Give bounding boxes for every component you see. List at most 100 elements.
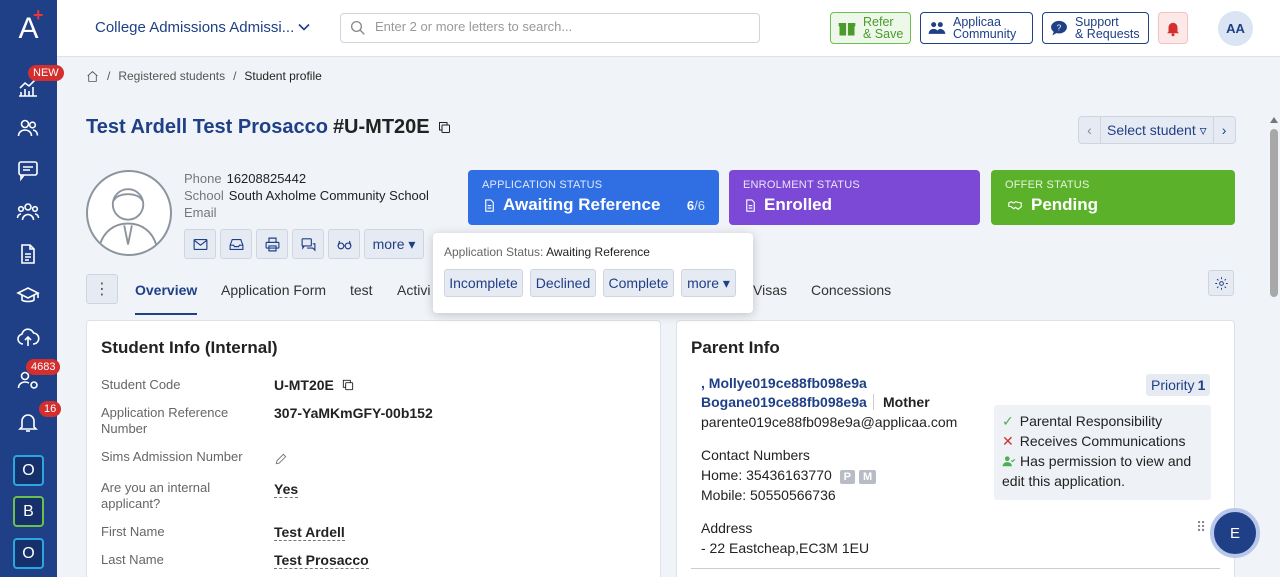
chat-icon xyxy=(301,237,315,252)
pencil-icon[interactable] xyxy=(274,452,288,466)
support-chat-icon: ? xyxy=(1051,20,1067,36)
messages-icon[interactable] xyxy=(14,156,42,184)
chat-launcher[interactable]: E xyxy=(1210,508,1260,558)
chevron-down-icon[interactable] xyxy=(297,20,311,34)
school-label: School xyxy=(184,188,224,203)
community-button[interactable]: Applicaa Community xyxy=(920,12,1033,44)
view-button[interactable] xyxy=(328,229,360,259)
support-line2: & Requests xyxy=(1075,27,1140,41)
address-value: - 22 Eastcheap,EC3M 1EU xyxy=(701,540,870,556)
phone-tag-p: P xyxy=(839,470,856,484)
tab-application-form[interactable]: Application Form xyxy=(221,282,326,298)
tab-concessions[interactable]: Concessions xyxy=(811,282,891,298)
breadcrumb-registered-students[interactable]: Registered students xyxy=(118,69,225,83)
glasses-icon xyxy=(337,240,351,249)
chat-button[interactable] xyxy=(292,229,324,259)
gift-icon xyxy=(838,23,856,36)
school-row: School South Axholme Community School xyxy=(184,188,429,203)
field-label: Student Code xyxy=(101,377,181,392)
parent-email[interactable]: parente019ce88fb098e9a@applicaa.com xyxy=(701,414,957,430)
app-tile-label: O xyxy=(22,461,35,479)
copy-icon[interactable] xyxy=(437,120,452,135)
notifications-icon[interactable] xyxy=(14,408,42,436)
search-input[interactable] xyxy=(375,19,745,34)
breadcrumb-sep: / xyxy=(107,69,111,83)
left-sidebar: A + NEW 4683 16 O B O xyxy=(0,0,64,577)
offer-status-value: Pending xyxy=(1031,195,1099,214)
parent-info-panel: Parent Info Priority 1 , Mollye019ce88fb0… xyxy=(676,320,1235,577)
graduation-cap-icon[interactable] xyxy=(14,282,42,310)
phone-row: Phone 16208825442 xyxy=(184,171,306,186)
cloud-upload-icon[interactable] xyxy=(14,324,42,352)
notifications-badge: 16 xyxy=(39,401,62,417)
tab-settings-button[interactable] xyxy=(1208,270,1234,296)
printer-icon xyxy=(265,237,279,251)
next-student-button[interactable]: › xyxy=(1214,117,1235,143)
app-tile-2[interactable]: B xyxy=(13,496,44,527)
profile-more-button[interactable]: more ▾ xyxy=(364,229,424,259)
tab-test[interactable]: test xyxy=(350,282,373,298)
phone-label: Phone xyxy=(184,171,222,186)
home-phone: Home: 35436163770 xyxy=(701,467,832,483)
email-button[interactable] xyxy=(184,229,216,259)
last-name-value[interactable]: Test Prosacco xyxy=(274,552,369,569)
priority-value: 1 xyxy=(1197,377,1206,393)
scrollbar-thumb[interactable] xyxy=(1270,129,1278,297)
app-tile-3[interactable]: O xyxy=(13,538,44,569)
tabs-menu-button[interactable]: ⋮ xyxy=(86,274,118,304)
app-tile-label: B xyxy=(23,502,34,520)
prev-student-button[interactable]: ‹ xyxy=(1079,117,1100,143)
tab-overview[interactable]: Overview xyxy=(135,282,197,298)
community-icon xyxy=(928,22,946,34)
handshake-icon xyxy=(1008,200,1022,210)
applicaa-logo[interactable]: A + xyxy=(0,0,57,57)
status-incomplete-button[interactable]: Incomplete xyxy=(444,269,523,297)
first-name-value[interactable]: Test Ardell xyxy=(274,524,345,541)
scroll-up-icon[interactable] xyxy=(1270,117,1278,123)
print-button[interactable] xyxy=(256,229,288,259)
active-tab-indicator xyxy=(135,313,197,315)
field-label: Application Reference Number xyxy=(101,405,229,436)
global-search[interactable] xyxy=(340,13,760,43)
enrolment-status-card[interactable]: ENROLMENT STATUS Enrolled xyxy=(729,170,980,225)
tab-activities[interactable]: Activi xyxy=(397,282,430,298)
select-student-dropdown[interactable]: Select student ▿ xyxy=(1100,117,1214,143)
school-value: South Axholme Community School xyxy=(228,188,429,203)
gear-icon xyxy=(1214,276,1228,290)
offer-status-card[interactable]: OFFER STATUS Pending xyxy=(991,170,1235,225)
group-icon[interactable] xyxy=(14,198,42,226)
popup-title: Application Status: Awaiting Reference xyxy=(444,245,650,259)
status-more-button[interactable]: more ▾ xyxy=(681,269,736,297)
app-tile-label: O xyxy=(22,544,35,562)
home-icon[interactable] xyxy=(86,70,99,83)
refer-save-button[interactable]: Refer & Save xyxy=(830,12,911,44)
tab-visas[interactable]: Visas xyxy=(753,282,787,298)
inbox-icon xyxy=(229,238,243,250)
field-label: Sims Admission Number xyxy=(101,449,243,464)
breadcrumb-current: Student profile xyxy=(244,69,322,83)
document-icon[interactable] xyxy=(14,240,42,268)
users-icon[interactable] xyxy=(14,114,42,142)
status-declined-button[interactable]: Declined xyxy=(530,269,596,297)
parent-name-line2[interactable]: Bogane019ce88fb098e9a xyxy=(701,394,867,410)
student-avatar[interactable] xyxy=(86,170,172,256)
drag-handle-icon[interactable]: ⠿ xyxy=(1196,520,1206,534)
org-selector[interactable]: College Admissions Admissi... xyxy=(95,19,294,36)
bell-icon xyxy=(1167,22,1179,37)
status-complete-button[interactable]: Complete xyxy=(603,269,674,297)
user-avatar[interactable]: AA xyxy=(1218,11,1253,46)
application-status-popup: Application Status: Awaiting Reference I… xyxy=(433,233,753,313)
enrolment-status-caption: ENROLMENT STATUS xyxy=(743,179,860,191)
application-status-card[interactable]: APPLICATION STATUS Awaiting Reference 6/… xyxy=(468,170,719,225)
internal-applicant-value[interactable]: Yes xyxy=(274,481,299,498)
envelope-icon xyxy=(193,238,207,250)
student-code: #U-MT20E xyxy=(332,116,430,138)
copy-icon[interactable] xyxy=(341,378,355,392)
inbox-button[interactable] xyxy=(220,229,252,259)
parent-name-line1[interactable]: , Mollye019ce88fb098e9a xyxy=(701,375,867,391)
alerts-button[interactable] xyxy=(1158,12,1188,44)
contact-numbers-title: Contact Numbers xyxy=(701,447,810,463)
page-scrollbar[interactable] xyxy=(1267,115,1280,577)
app-tile-1[interactable]: O xyxy=(13,455,44,486)
support-button[interactable]: ? Support & Requests xyxy=(1042,12,1149,44)
